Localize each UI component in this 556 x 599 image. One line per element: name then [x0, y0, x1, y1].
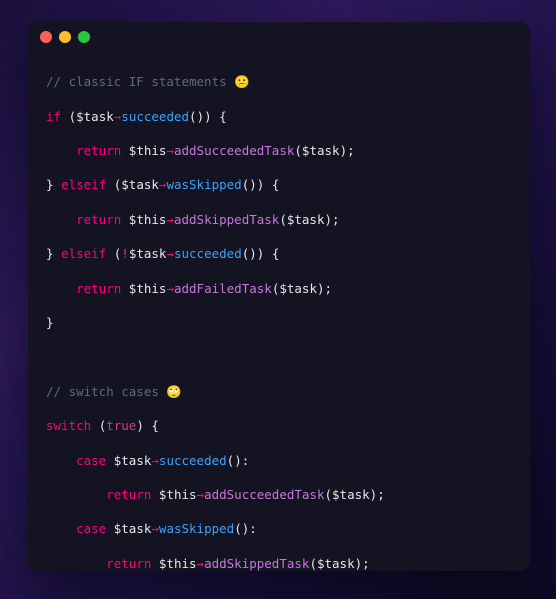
keyword-elseif: elseif	[61, 177, 106, 192]
window-titlebar	[28, 22, 530, 52]
code-block: // classic IF statements 😕 if ($task→suc…	[28, 52, 530, 571]
keyword-if: if	[46, 109, 61, 124]
close-icon[interactable]	[40, 31, 52, 43]
comment: // switch cases 🙄	[46, 384, 182, 399]
keyword-return: return	[76, 143, 121, 158]
keyword-case: case	[76, 453, 106, 468]
comment: // classic IF statements 😕	[46, 74, 250, 89]
zoom-icon[interactable]	[78, 31, 90, 43]
minimize-icon[interactable]	[59, 31, 71, 43]
code-window: // classic IF statements 😕 if ($task→suc…	[28, 22, 530, 571]
keyword-switch: switch	[46, 418, 91, 433]
